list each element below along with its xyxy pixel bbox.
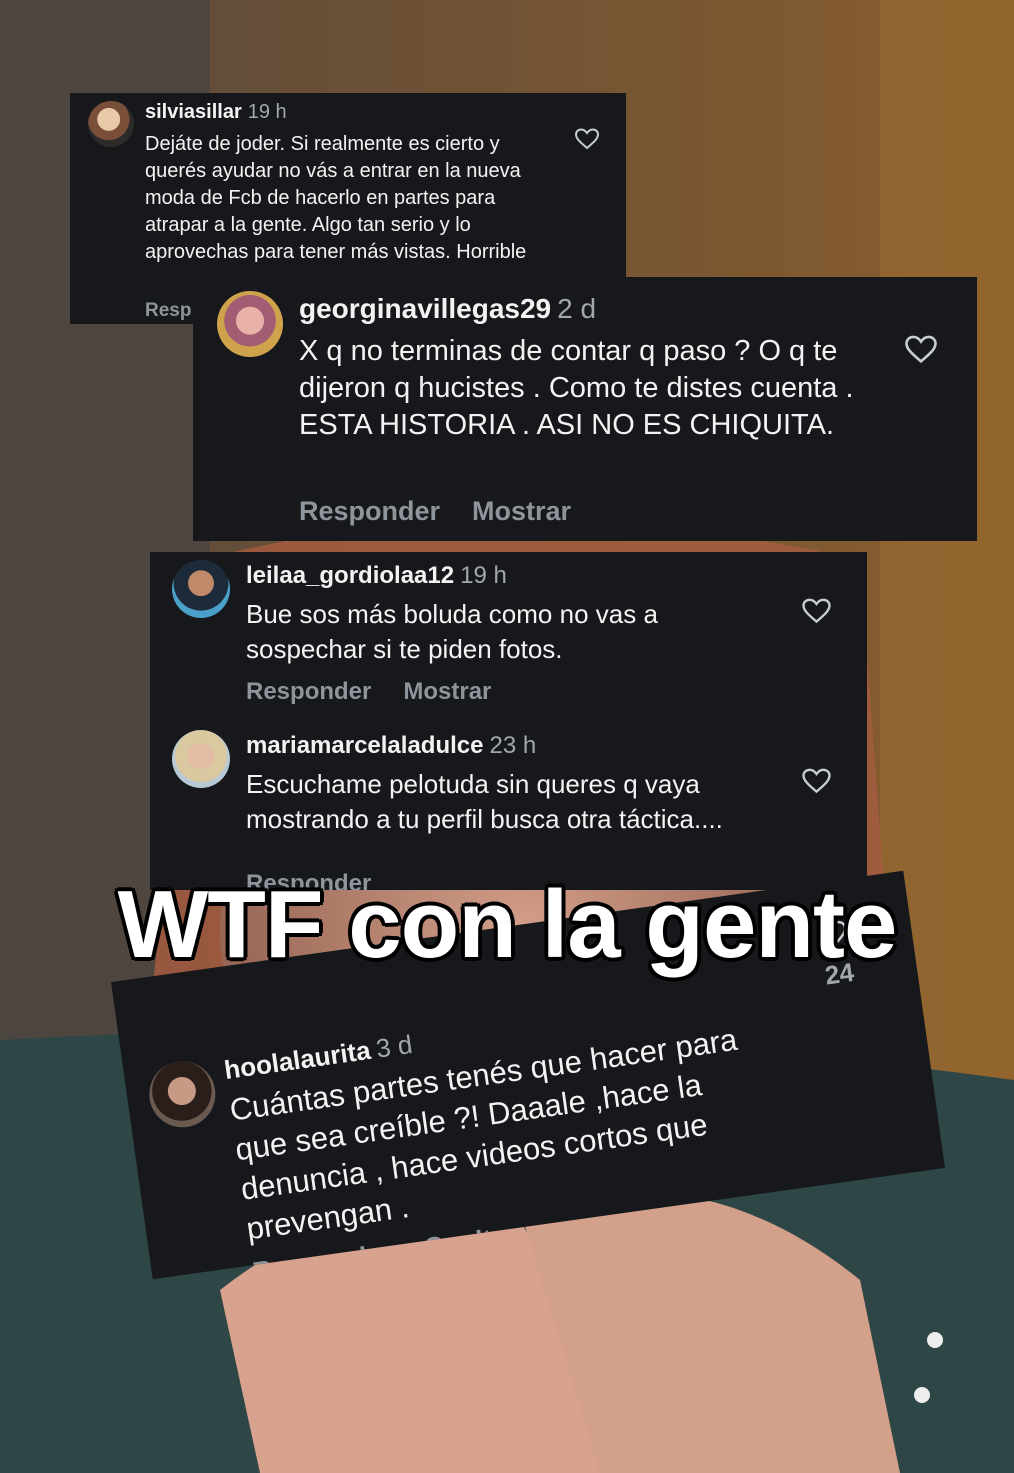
- overlay-caption: WTF con la gente: [117, 871, 898, 978]
- avatar[interactable]: [172, 730, 230, 788]
- avatar[interactable]: [145, 1057, 220, 1132]
- reply-button[interactable]: Responder: [246, 678, 371, 705]
- comment-username[interactable]: leilaa_gordiolaa12 19 h: [246, 562, 507, 590]
- comment-username[interactable]: silviasillar 19 h: [145, 101, 287, 124]
- comment-time: 2 d: [557, 293, 597, 324]
- comment-text: X q no terminas de contar q paso ? O q t…: [299, 335, 854, 441]
- comment-card-georginavillegas29: georginavillegas29 2 d X q no terminas de…: [193, 277, 977, 541]
- heart-outline-icon[interactable]: [575, 128, 599, 150]
- comment-text: Escuchame pelotuda sin queres q vaya mos…: [246, 769, 723, 834]
- comment-time: 19 h: [247, 101, 287, 123]
- comment-card-group: leilaa_gordiolaa12 19 h Bue sos más bolud…: [150, 552, 867, 890]
- comment-actions: Responder Mostrar: [299, 496, 571, 527]
- avatar[interactable]: [88, 101, 134, 147]
- show-button[interactable]: Mostrar: [472, 496, 571, 526]
- show-button[interactable]: Mostrar: [403, 678, 491, 705]
- avatar[interactable]: [217, 291, 283, 357]
- reply-button[interactable]: Resp: [145, 300, 191, 322]
- comment-time: 3 d: [374, 1028, 415, 1064]
- comment-time: 23 h: [489, 732, 537, 759]
- heart-outline-icon[interactable]: [905, 335, 937, 364]
- comment-username[interactable]: mariamarcelaladulce 23 h: [246, 732, 536, 760]
- comment-username[interactable]: georginavillegas29 2 d: [299, 293, 596, 325]
- reply-button[interactable]: Responder: [299, 496, 440, 526]
- heart-outline-icon[interactable]: [802, 598, 831, 624]
- comment-text: Bue sos más boluda como no vas a sospech…: [246, 599, 658, 664]
- comment-text: Dejáte de joder. Si realmente es cierto …: [145, 133, 527, 263]
- heart-outline-icon[interactable]: [802, 768, 831, 794]
- comment-time: 19 h: [460, 562, 507, 589]
- comment-actions: Responder Mostrar: [246, 678, 491, 706]
- avatar[interactable]: [172, 560, 230, 618]
